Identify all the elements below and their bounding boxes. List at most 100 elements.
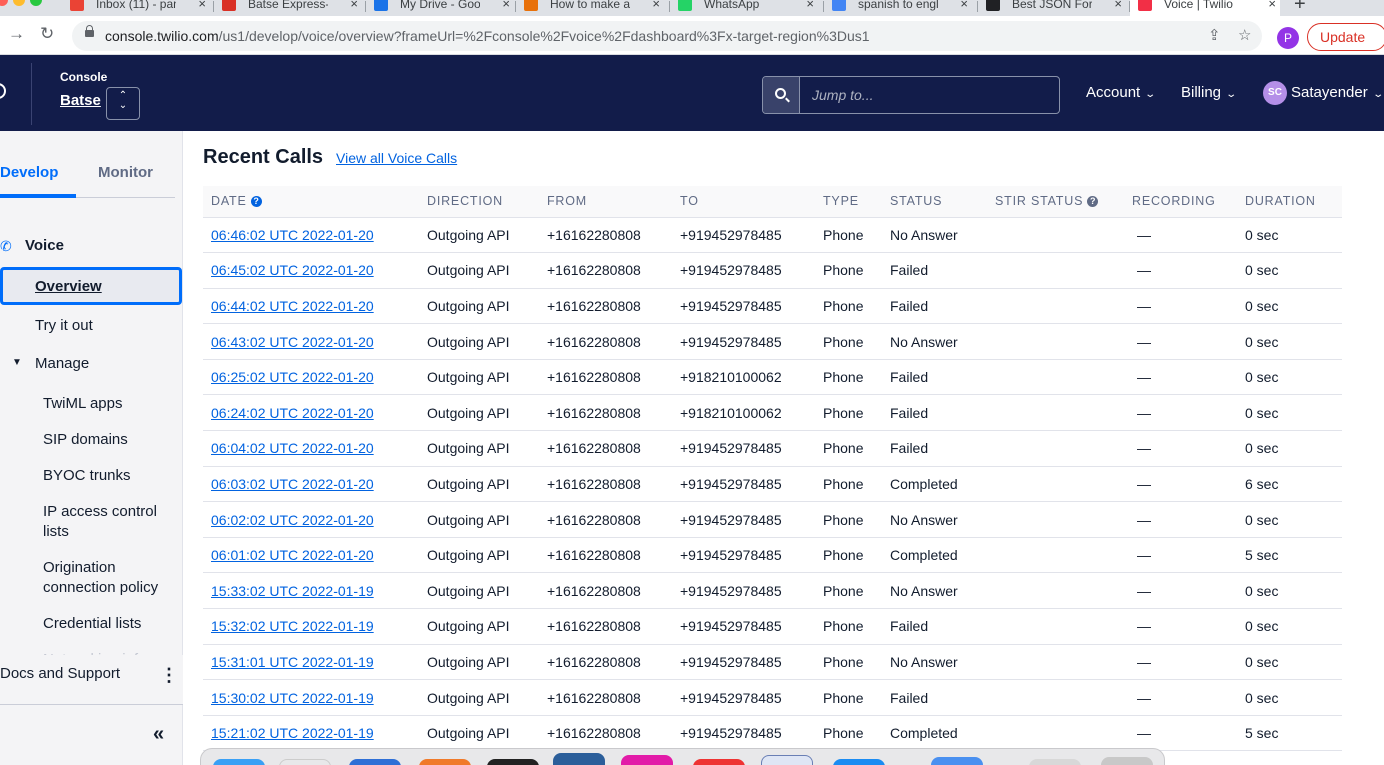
- browser-tab[interactable]: spanish to engl ×: [824, 0, 972, 16]
- sidebar-item-credential-lists[interactable]: Credential lists: [43, 614, 173, 634]
- call-date-link[interactable]: 15:33:02 UTC 2022-01-19: [211, 583, 374, 599]
- user-avatar[interactable]: SC: [1263, 81, 1287, 105]
- twilio-logo-icon[interactable]: [0, 83, 6, 99]
- help-icon[interactable]: ?: [250, 196, 262, 208]
- dock-app-icon[interactable]: [349, 759, 401, 765]
- dock-app-icon[interactable]: [487, 759, 539, 765]
- browser-tab[interactable]: Inbox (11) - pan ×: [62, 0, 210, 16]
- account-menu[interactable]: Account ⌄: [1086, 84, 1156, 101]
- call-direction: Outgoing API: [419, 394, 539, 432]
- sidebar-item-manage[interactable]: Manage: [35, 354, 89, 374]
- tab-develop[interactable]: Develop: [0, 164, 58, 181]
- browser-tab[interactable]: Best JSON Form ×: [978, 0, 1126, 16]
- call-date-link[interactable]: 06:01:02 UTC 2022-01-20: [211, 547, 374, 563]
- sidebar-item-ip-access-control-lists[interactable]: IP access control lists: [43, 502, 168, 542]
- user-menu[interactable]: Satayender ⌄: [1291, 84, 1384, 101]
- sidebar-item-byoc-trunks[interactable]: BYOC trunks: [43, 466, 173, 486]
- call-date-link[interactable]: 15:30:02 UTC 2022-01-19: [211, 690, 374, 706]
- call-date: 15:32:02 UTC 2022-01-19: [203, 608, 419, 645]
- dock-app-icon[interactable]: [931, 757, 983, 765]
- close-tab-icon[interactable]: ×: [806, 0, 814, 11]
- close-tab-icon[interactable]: ×: [960, 0, 968, 11]
- whatsapp-icon: [678, 0, 692, 11]
- browser-tab[interactable]: How to make au ×: [516, 0, 664, 16]
- call-date-link[interactable]: 06:02:02 UTC 2022-01-20: [211, 512, 374, 528]
- address-bar: → ↻ console.twilio.com/us1/develop/voice…: [0, 16, 1384, 55]
- browser-update-button[interactable]: Update: [1307, 23, 1384, 51]
- call-date-link[interactable]: 06:03:02 UTC 2022-01-20: [211, 476, 374, 492]
- more-options-icon[interactable]: ⋮: [160, 666, 178, 684]
- account-name-link[interactable]: Batse: [60, 92, 101, 109]
- dock-app-icon[interactable]: [621, 755, 673, 765]
- dock-app-icon[interactable]: [693, 759, 745, 765]
- url-bar[interactable]: console.twilio.com/us1/develop/voice/ove…: [72, 21, 1262, 51]
- dock-app-icon[interactable]: [833, 759, 885, 765]
- collapse-sidebar-icon[interactable]: «: [153, 723, 164, 746]
- close-tab-icon[interactable]: ×: [350, 0, 358, 11]
- call-date-link[interactable]: 15:31:01 UTC 2022-01-19: [211, 654, 374, 670]
- sidebar-item-try-it-out[interactable]: Try it out: [35, 316, 93, 336]
- back-arrow-icon[interactable]: →: [8, 24, 25, 44]
- call-date-link[interactable]: 06:04:02 UTC 2022-01-20: [211, 440, 374, 456]
- window-zoom-dot[interactable]: [30, 0, 42, 6]
- window-minimize-dot[interactable]: [13, 0, 25, 6]
- share-icon[interactable]: ⇪: [1208, 26, 1221, 44]
- call-type: Phone: [815, 288, 882, 325]
- browser-profile-avatar[interactable]: P: [1277, 27, 1299, 49]
- close-tab-icon[interactable]: ×: [502, 0, 510, 11]
- browser-tab[interactable]: Voice | Twilio ×: [1130, 0, 1280, 16]
- table-row: 06:25:02 UTC 2022-01-20 Outgoing API +1616…: [203, 359, 1342, 396]
- call-date-link[interactable]: 06:45:02 UTC 2022-01-20: [211, 262, 374, 278]
- call-date: 06:01:02 UTC 2022-01-20: [203, 537, 419, 574]
- browser-tab[interactable]: My Drive - Goo ×: [366, 0, 514, 16]
- account-switcher-button[interactable]: ⌃ ⌄: [106, 87, 140, 120]
- sidebar-item-sip-domains[interactable]: SIP domains: [43, 430, 173, 450]
- chevron-down-icon[interactable]: ▼: [12, 357, 22, 368]
- docs-and-support[interactable]: Docs and Support ⋮: [0, 655, 183, 705]
- call-date-link[interactable]: 15:32:02 UTC 2022-01-19: [211, 618, 374, 634]
- window-close-dot[interactable]: [0, 0, 8, 6]
- call-date-link[interactable]: 06:25:02 UTC 2022-01-20: [211, 369, 374, 385]
- dock-app-icon[interactable]: [213, 759, 265, 765]
- sidebar-item-twiml-apps[interactable]: TwiML apps: [43, 394, 173, 414]
- dock-app-icon[interactable]: [1029, 759, 1081, 765]
- reload-icon[interactable]: ↻: [40, 24, 54, 44]
- sidebar-item-origination-connection-policy[interactable]: Origination connection policy: [43, 558, 168, 598]
- dock-app-icon[interactable]: [1101, 757, 1153, 765]
- dock-app-icon[interactable]: [761, 755, 813, 765]
- new-tab-button[interactable]: +: [1294, 0, 1306, 16]
- call-date-link[interactable]: 06:24:02 UTC 2022-01-20: [211, 405, 374, 421]
- call-from: +16162280808: [539, 394, 672, 432]
- close-tab-icon[interactable]: ×: [1268, 0, 1276, 11]
- dock-app-icon[interactable]: [279, 759, 331, 765]
- sidebar-item-overview[interactable]: Overview: [0, 267, 182, 305]
- view-all-voice-calls-link[interactable]: View all Voice Calls: [336, 150, 457, 166]
- call-status: No Answer: [882, 217, 987, 254]
- help-icon[interactable]: ?: [1087, 196, 1099, 208]
- browser-tab-title: Inbox (11) - pan: [96, 0, 176, 11]
- call-date-link[interactable]: 15:21:02 UTC 2022-01-19: [211, 725, 374, 741]
- billing-menu[interactable]: Billing ⌄: [1181, 84, 1237, 101]
- dock-app-icon[interactable]: [419, 759, 471, 765]
- call-type: Phone: [815, 252, 882, 289]
- browser-tab-strip: Inbox (11) - pan × Batse Express- × My Drive…: [0, 0, 1384, 16]
- search-button[interactable]: [763, 77, 800, 113]
- close-tab-icon[interactable]: ×: [1114, 0, 1122, 11]
- column-header-from: FROM: [547, 194, 587, 209]
- sidebar-section-voice[interactable]: Voice: [25, 237, 64, 254]
- browser-tab[interactable]: Batse Express- ×: [214, 0, 362, 16]
- jump-to-input[interactable]: [801, 77, 1059, 113]
- tab-monitor[interactable]: Monitor: [98, 164, 153, 181]
- call-date-link[interactable]: 06:43:02 UTC 2022-01-20: [211, 334, 374, 350]
- call-stir-status: [987, 430, 1124, 467]
- browser-tab-title: Best JSON Form: [1012, 0, 1092, 11]
- call-status: Failed: [882, 359, 987, 396]
- close-tab-icon[interactable]: ×: [652, 0, 660, 11]
- close-tab-icon[interactable]: ×: [198, 0, 206, 11]
- dock-app-icon[interactable]: [553, 753, 605, 765]
- call-date-link[interactable]: 06:46:02 UTC 2022-01-20: [211, 227, 374, 243]
- call-date-link[interactable]: 06:44:02 UTC 2022-01-20: [211, 298, 374, 314]
- browser-tab[interactable]: WhatsApp ×: [670, 0, 818, 16]
- call-date: 06:03:02 UTC 2022-01-20: [203, 466, 419, 503]
- bookmark-star-icon[interactable]: ☆: [1238, 26, 1251, 44]
